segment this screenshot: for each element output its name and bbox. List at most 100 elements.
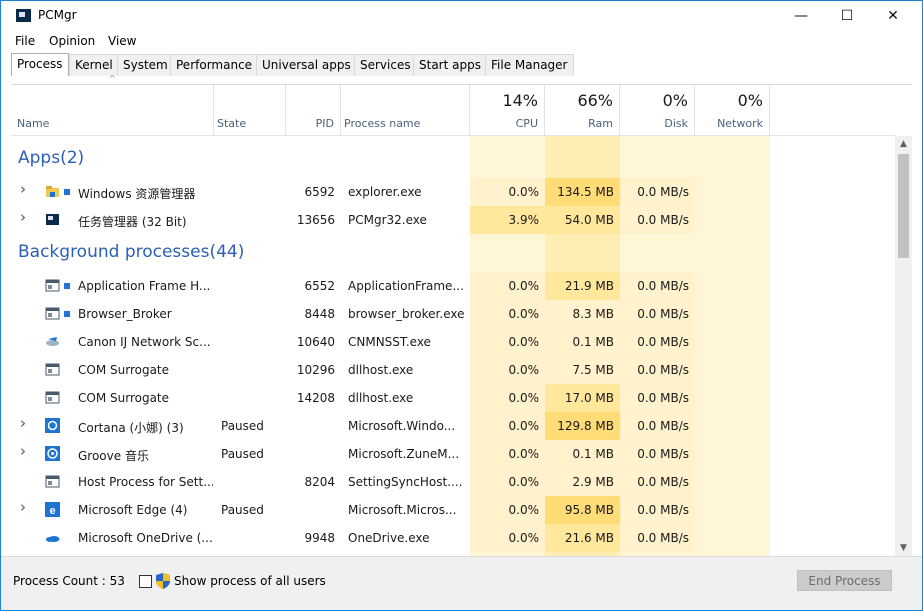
- process-disk: 0.0 MB/s: [637, 279, 689, 293]
- tab-process[interactable]: Process: [11, 53, 69, 76]
- table-row[interactable]: › e Microsoft Edge (4) Paused Microsoft.Micr…: [11, 496, 895, 524]
- process-cpu: 0.0%: [508, 307, 540, 321]
- tab-start-apps[interactable]: Start apps: [413, 54, 487, 76]
- cpu-total-percent: 14%: [502, 91, 538, 110]
- expand-chevron-icon[interactable]: ›: [20, 208, 32, 226]
- scroll-up-icon[interactable]: ▲: [895, 136, 912, 153]
- header-network[interactable]: 0% Network: [695, 85, 770, 136]
- process-display-name: Cortana (小娜) (3): [78, 421, 184, 435]
- process-cpu: 0.0%: [508, 447, 540, 461]
- process-state: Paused: [221, 447, 264, 461]
- header-process-name-label: Process name: [344, 117, 421, 130]
- tab-system[interactable]: System: [117, 54, 174, 76]
- menu-bar: File Opinion View: [1, 32, 922, 52]
- expand-chevron-icon[interactable]: ›: [20, 442, 32, 460]
- group-header[interactable]: Apps(2): [11, 136, 895, 178]
- show-all-users-label[interactable]: Show process of all users: [174, 574, 326, 588]
- header-state-label: State: [217, 117, 247, 130]
- table-row[interactable]: › Groove 音乐 Paused Microsoft.ZuneM... 0.0% 0.…: [11, 440, 895, 468]
- header-process-name[interactable]: Process name: [341, 85, 470, 136]
- process-ram: 17.0 MB: [564, 391, 614, 405]
- tab-universal-apps[interactable]: Universal apps: [256, 54, 357, 76]
- group-title: Apps(2): [18, 148, 85, 168]
- scroll-thumb[interactable]: [898, 154, 909, 258]
- show-all-users-checkbox[interactable]: [139, 575, 152, 588]
- process-display-name: Microsoft Edge (4): [78, 503, 188, 517]
- process-ram: 134.5 MB: [557, 185, 614, 199]
- cortana-icon: [45, 418, 60, 433]
- process-executable: ApplicationFrame...: [348, 279, 464, 293]
- table-row[interactable]: Canon IJ Network Sc... 10640 CNMNSST.exe 0.…: [11, 328, 895, 356]
- process-ram: 0.1 MB: [572, 335, 614, 349]
- table-row[interactable]: › Windows 资源管理器 6592 explorer.exe 0.0% 134.5 …: [11, 178, 895, 206]
- process-cpu: 0.0%: [508, 475, 540, 489]
- process-display-name: COM Surrogate: [78, 391, 170, 405]
- process-executable: dllhost.exe: [348, 391, 414, 405]
- expand-chevron-icon[interactable]: ›: [20, 414, 32, 432]
- process-ram: 21.9 MB: [564, 279, 614, 293]
- process-pid: 6552: [304, 279, 335, 293]
- close-button[interactable]: ✕: [870, 1, 916, 31]
- header-pid-label: PID: [315, 117, 334, 130]
- header-name[interactable]: Name: [11, 85, 214, 136]
- vertical-scrollbar[interactable]: ▲ ▼: [895, 136, 912, 556]
- process-list: Name State PID Process name 14% CPU 66% …: [11, 84, 912, 556]
- process-ram: 8.3 MB: [572, 307, 614, 321]
- onedrive-icon: [45, 530, 60, 545]
- table-row[interactable]: COM Surrogate 14208 dllhost.exe 0.0% 17.0 MB…: [11, 384, 895, 412]
- header-name-label: Name: [17, 117, 50, 130]
- tab-services[interactable]: Services: [354, 54, 417, 76]
- process-disk: 0.0 MB/s: [637, 185, 689, 199]
- expand-chevron-icon[interactable]: ›: [20, 180, 32, 198]
- menu-opinion[interactable]: Opinion: [49, 34, 95, 48]
- table-row[interactable]: Microsoft OneDrive (... 9948 OneDrive.exe 0…: [11, 524, 895, 552]
- process-cpu: 0.0%: [508, 185, 540, 199]
- table-row[interactable]: Application Frame H... 6552 ApplicationFra…: [11, 272, 895, 300]
- menu-view[interactable]: View: [108, 34, 136, 48]
- header-ram-label: Ram: [588, 117, 613, 130]
- process-executable: dllhost.exe: [348, 363, 414, 377]
- header-pid[interactable]: PID: [286, 85, 341, 136]
- window-icon: [45, 306, 60, 321]
- sort-indicator-icon: ^: [109, 74, 116, 83]
- process-pid: 8204: [304, 475, 335, 489]
- group-header[interactable]: Background processes(44): [11, 234, 895, 272]
- process-disk: 0.0 MB/s: [637, 363, 689, 377]
- window-icon: [45, 474, 60, 489]
- header-cpu[interactable]: 14% CPU: [470, 85, 545, 136]
- process-pid: 10296: [296, 363, 335, 377]
- process-display-name: COM Surrogate: [78, 363, 170, 377]
- taskmgr-icon: [45, 212, 60, 227]
- table-row[interactable]: › 任务管理器 (32 Bit) 13656 PCMgr32.exe 3.9% 54.0 …: [11, 206, 895, 234]
- minimize-button[interactable]: —: [778, 1, 824, 31]
- header-disk[interactable]: 0% Disk: [620, 85, 695, 136]
- process-executable: OneDrive.exe: [348, 531, 430, 545]
- process-ram: 7.5 MB: [572, 363, 614, 377]
- tab-performance[interactable]: Performance: [170, 54, 259, 76]
- process-rows: Apps(2) › Windows 资源管理器 6592 explorer.exe 0.0…: [11, 136, 895, 552]
- app-window: PCMgr — ☐ ✕ File Opinion View Process Ke…: [0, 0, 923, 611]
- tab-file-manager[interactable]: File Manager: [485, 54, 574, 76]
- process-executable: browser_broker.exe: [348, 307, 465, 321]
- process-display-name: Application Frame H...: [78, 279, 211, 293]
- table-row[interactable]: › Cortana (小娜) (3) Paused Microsoft.Windo..…: [11, 412, 895, 440]
- process-state: Paused: [221, 503, 264, 517]
- maximize-button[interactable]: ☐: [824, 1, 870, 31]
- table-row[interactable]: COM Surrogate 10296 dllhost.exe 0.0% 7.5 MB 0…: [11, 356, 895, 384]
- menu-file[interactable]: File: [15, 34, 35, 48]
- tab-kernel[interactable]: Kernel: [69, 54, 119, 76]
- end-process-button[interactable]: End Process: [797, 570, 892, 591]
- edge-icon: e: [45, 502, 60, 517]
- table-row[interactable]: Host Process for Sett... 8204 SettingSyncH…: [11, 468, 895, 496]
- header-state[interactable]: State: [214, 85, 286, 136]
- table-row[interactable]: Browser_Broker 8448 browser_broker.exe 0.0%…: [11, 300, 895, 328]
- ram-total-percent: 66%: [577, 91, 613, 110]
- process-cpu: 0.0%: [508, 531, 540, 545]
- process-ram: 21.6 MB: [564, 531, 614, 545]
- process-executable: Microsoft.Micros...: [348, 503, 457, 517]
- header-ram[interactable]: 66% Ram: [545, 85, 620, 136]
- expand-chevron-icon[interactable]: ›: [20, 498, 32, 516]
- scroll-down-icon[interactable]: ▼: [895, 540, 912, 556]
- status-footer: Process Count : 53 Show process of all u…: [1, 556, 922, 610]
- process-cpu: 0.0%: [508, 419, 540, 433]
